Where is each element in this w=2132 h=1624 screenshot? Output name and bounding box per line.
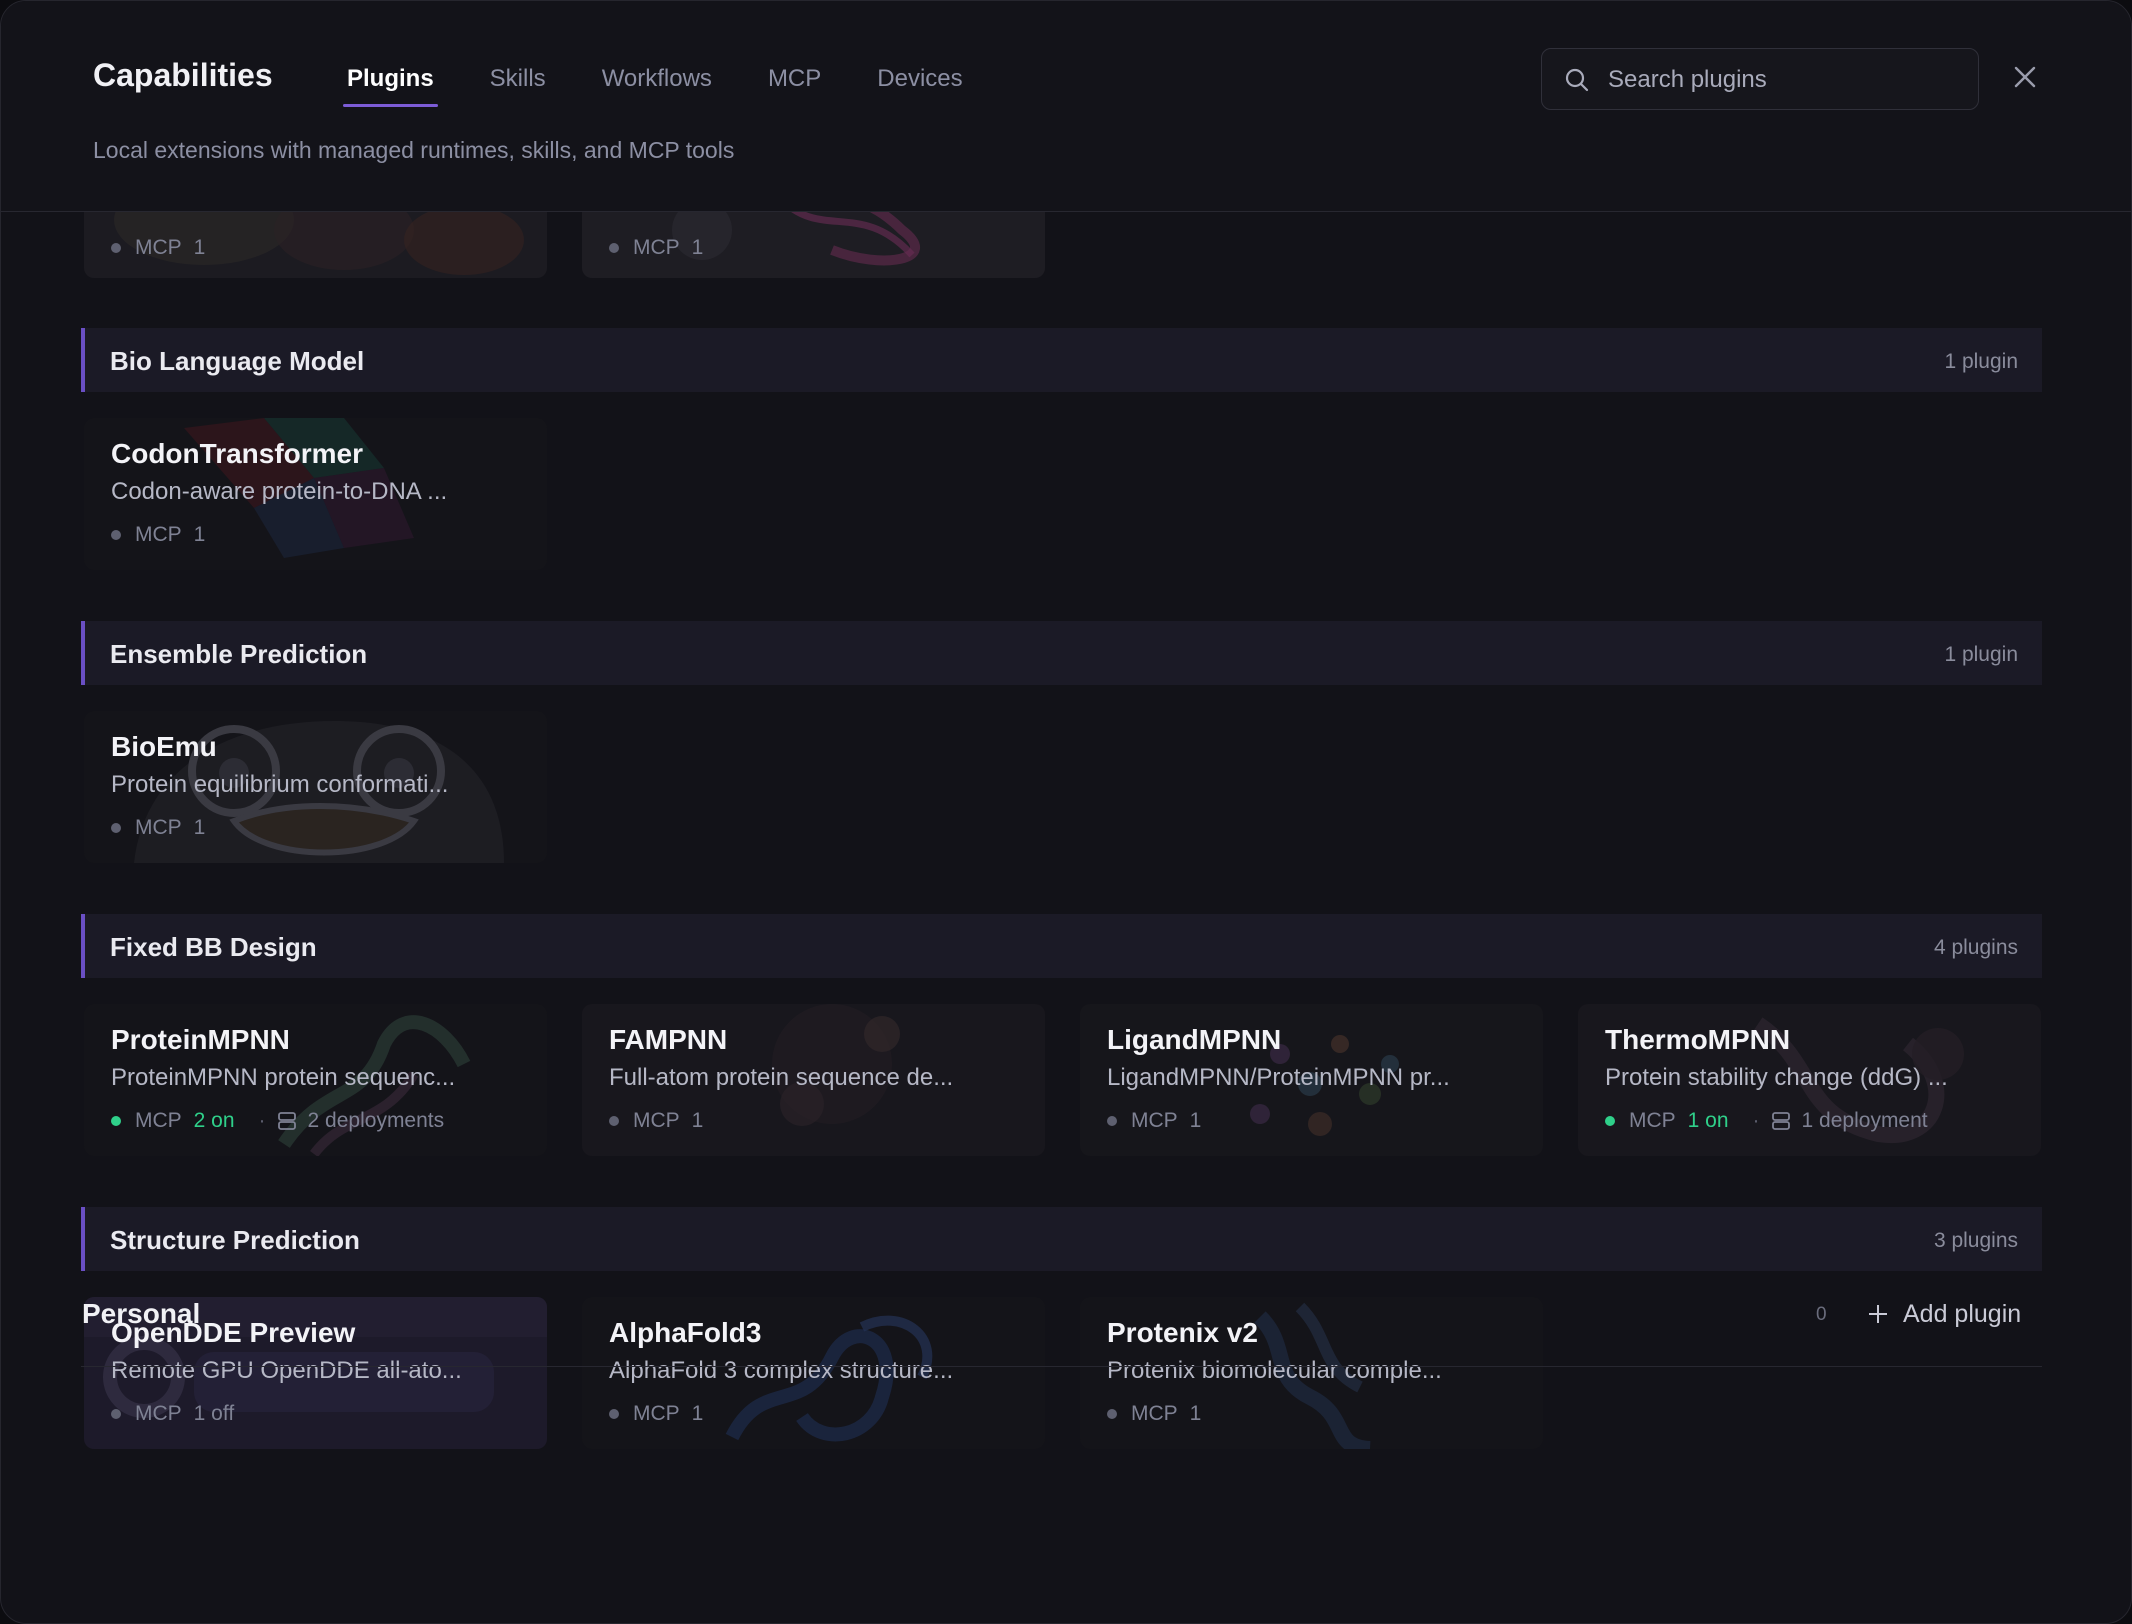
- section-title: Structure Prediction: [110, 1225, 360, 1255]
- tab-mcp[interactable]: MCP: [768, 65, 821, 107]
- plugin-description: Codon-aware protein-to-DNA ...: [111, 478, 448, 505]
- plugin-name: LigandMPNN: [1107, 1024, 1282, 1055]
- personal-count: 0: [1816, 1304, 1827, 1325]
- plugin-name: Protenix v2: [1107, 1317, 1258, 1348]
- section-header-bio-language-model[interactable]: Bio Language Model 1 plugin: [81, 328, 2042, 392]
- section-count: 4 plugins: [1933, 936, 2018, 959]
- plugin-description: Protenix biomolecular comple...: [1107, 1357, 1442, 1384]
- plugin-name: FAMPNN: [609, 1024, 728, 1055]
- section-count: 1 plugin: [1944, 643, 2018, 666]
- status-dot: [1107, 1409, 1117, 1419]
- tab-workflows[interactable]: Workflows: [602, 65, 712, 107]
- search-box[interactable]: [1541, 48, 1979, 111]
- plugin-card-ligandmpnn[interactable]: LigandMPNN LigandMPNN/ProteinMPNN pr... …: [1080, 1004, 1543, 1156]
- plugin-card-fampnn[interactable]: FAMPNN Full-atom protein sequence de... …: [582, 1004, 1045, 1156]
- status-dot: [609, 243, 619, 253]
- tab-plugins[interactable]: Plugins: [343, 65, 438, 107]
- status-dot: [1107, 1116, 1117, 1126]
- plugin-card-protenix-v2[interactable]: Protenix v2 Protenix biomolecular comple…: [1080, 1297, 1543, 1449]
- dialog-subtitle: Local extensions with managed runtimes, …: [93, 137, 735, 163]
- plus-icon: [1869, 1305, 1887, 1323]
- capabilities-dialog: MCP 1 MCP 1 Bio Language Model 1 plugin: [0, 0, 2132, 1624]
- search-icon: [1565, 68, 1589, 92]
- plugin-card-partial-2[interactable]: MCP 1: [582, 212, 1045, 278]
- status-dot: [111, 1409, 121, 1419]
- plugin-description: AlphaFold 3 complex structure...: [609, 1357, 954, 1384]
- plugin-meta: MCP 1: [1107, 1402, 1201, 1426]
- add-plugin-label: Add plugin: [1903, 1299, 2022, 1328]
- plugin-name: BioEmu: [111, 731, 217, 762]
- status-dot: [111, 243, 121, 253]
- tab-skills[interactable]: Skills: [490, 65, 546, 107]
- plugin-name: CodonTransformer: [111, 438, 364, 469]
- plugin-meta: MCP 1: [111, 236, 205, 260]
- plugin-card-codontransformer[interactable]: CodonTransformer Codon-aware protein-to-…: [84, 418, 547, 570]
- close-icon[interactable]: [2011, 63, 2039, 91]
- plugin-meta: MCP 1: [609, 1109, 703, 1133]
- server-icon: [1771, 1112, 1790, 1130]
- tab-devices[interactable]: Devices: [877, 65, 962, 107]
- section-title: Bio Language Model: [110, 346, 365, 376]
- status-dot: [609, 1409, 619, 1419]
- plugin-meta: MCP 1 off: [111, 1402, 234, 1426]
- plugin-description: Protein equilibrium conformati...: [111, 771, 449, 798]
- divider: [81, 1366, 2042, 1367]
- plugin-list[interactable]: MCP 1 MCP 1 Bio Language Model 1 plugin: [1, 212, 2131, 1623]
- section-header-fixed-bb-design[interactable]: Fixed BB Design 4 plugins: [81, 914, 2042, 978]
- section-count: 3 plugins: [1933, 1229, 2018, 1252]
- dialog-title: Capabilities: [93, 57, 273, 93]
- plugin-name: ThermoMPNN: [1605, 1024, 1791, 1055]
- plugin-card-thermompnn[interactable]: ThermoMPNN Protein stability change (ddG…: [1578, 1004, 2041, 1156]
- plugin-description: LigandMPNN/ProteinMPNN pr...: [1107, 1064, 1450, 1091]
- plugin-description: Full-atom protein sequence de...: [609, 1064, 954, 1091]
- active-count: 2 on: [193, 1109, 235, 1132]
- status-dot-active: [1605, 1116, 1615, 1126]
- add-plugin-button[interactable]: Add plugin: [1867, 1294, 2021, 1334]
- plugin-meta: MCP 1: [1107, 1109, 1201, 1133]
- section-title: Ensemble Prediction: [110, 639, 368, 669]
- section-count: 1 plugin: [1944, 350, 2018, 373]
- plugin-card-alphafold3[interactable]: AlphaFold3 AlphaFold 3 complex structure…: [582, 1297, 1045, 1449]
- section-header-structure-prediction[interactable]: Structure Prediction 3 plugins: [81, 1207, 2042, 1271]
- plugin-meta: MCP 1 on · 1 deployment: [1605, 1109, 1928, 1133]
- active-count: 1 on: [1687, 1109, 1729, 1132]
- plugin-meta: MCP 2 on · 2 deployments: [111, 1109, 444, 1133]
- status-dot: [111, 823, 121, 833]
- status-dot: [609, 1116, 619, 1126]
- plugin-card-proteinmpnn[interactable]: ProteinMPNN ProteinMPNN protein sequenc.…: [84, 1004, 547, 1156]
- section-title: Fixed BB Design: [110, 932, 317, 962]
- personal-section-title: Personal: [82, 1298, 201, 1329]
- server-icon: [277, 1112, 296, 1130]
- plugin-description: ProteinMPNN protein sequenc...: [111, 1064, 456, 1091]
- deployment-count: 2 deployments: [307, 1109, 445, 1132]
- dialog-header: Capabilities Plugins Skills Workflows MC…: [1, 1, 2131, 212]
- status-dot: [111, 530, 121, 540]
- tab-bar: Plugins Skills Workflows MCP Devices: [343, 65, 1019, 107]
- plugin-card-partial-1[interactable]: MCP 1: [84, 212, 547, 278]
- plugin-meta: MCP 1: [111, 523, 205, 547]
- deployment-count: 1 deployment: [1801, 1109, 1928, 1132]
- plugin-name: AlphaFold3: [609, 1317, 762, 1348]
- plugin-meta: MCP 1: [111, 816, 205, 840]
- plugin-meta: MCP 1: [609, 1402, 703, 1426]
- plugin-description: Remote GPU OpenDDE all-ato...: [111, 1357, 462, 1384]
- plugin-card-bioemu[interactable]: BioEmu Protein equilibrium conformati...…: [84, 711, 547, 863]
- plugin-name: ProteinMPNN: [111, 1024, 290, 1055]
- search-input[interactable]: [1606, 49, 1970, 111]
- status-dot-active: [111, 1116, 121, 1126]
- plugin-meta: MCP 1: [609, 236, 703, 260]
- section-header-ensemble-prediction[interactable]: Ensemble Prediction 1 plugin: [81, 621, 2042, 685]
- plugin-description: Protein stability change (ddG) ...: [1605, 1064, 1948, 1091]
